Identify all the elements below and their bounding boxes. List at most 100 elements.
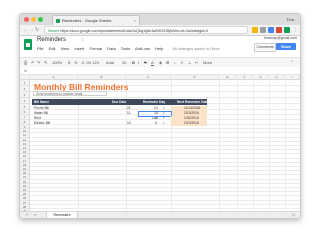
paint-format-icon[interactable]: ✎ [44,58,47,67]
grid-row-line [30,97,300,98]
browser-user-name[interactable]: Tina [286,14,294,25]
grid-row-line [30,208,300,209]
column-header[interactable]: E [219,75,237,80]
sheet-tabs-bar: + ≡ Reminders ◇ [20,211,300,218]
column-header[interactable]: B [78,75,126,80]
browser-tab-title: Reminders - Google Sheets [62,18,112,23]
redo-icon[interactable]: ↷ [37,58,40,67]
valign-icon[interactable]: ⊥ [188,58,191,67]
grid-row-line [30,153,300,155]
spreadsheet-grid[interactable]: A B C D E F G H I 1 2 3 4 5 6 7 8 9 10 11 12 13 14 15 1… [20,75,300,211]
column-header[interactable]: A [30,75,78,80]
grid-column-line [285,80,286,211]
column-header[interactable]: H [269,75,285,80]
menu-file[interactable]: File [37,46,43,51]
text-color-icon[interactable]: A [151,58,154,67]
currency-format-button[interactable]: $ [68,58,70,67]
secure-label: Secure [48,29,60,33]
browser-menu-icon[interactable]: ⋮ [293,26,298,34]
grid-row-line [30,174,300,176]
grid-column-line [253,80,254,211]
close-window-button[interactable] [24,17,29,22]
explore-icon[interactable]: ◇ [292,212,295,218]
share-button[interactable]: Share [276,43,296,50]
grid-row-line [30,157,300,159]
menu-edit[interactable]: Edit [49,46,56,51]
column-header[interactable]: I [285,75,300,80]
all-sheets-icon[interactable]: ≡ [34,212,36,218]
borders-icon[interactable]: ⊞ [166,58,169,67]
sheet-note-cell[interactable]: Send reminders to another email [33,91,107,96]
reminder-day-cell[interactable]: 5 [155,121,157,126]
user-email[interactable]: tinamay@gmail.com [264,36,297,40]
decimal-format-buttons[interactable]: .0 .00 123 [81,58,99,67]
bill-name-cell[interactable]: Electric Bill [34,121,50,126]
menu-bar: File Edit View Insert Format Data Tools … [37,46,224,51]
back-arrow-icon[interactable]: ← [23,26,28,34]
grid-row-line [30,136,300,138]
column-header[interactable]: D [171,75,219,80]
grid-row-line [30,178,300,180]
grid-row-line [30,140,300,142]
extension-icon[interactable] [260,27,266,33]
fill-color-icon[interactable]: ◈ [159,58,162,67]
reload-icon[interactable]: ↻ [35,26,39,34]
grid-column-line [237,80,238,211]
menu-format[interactable]: Format [89,46,102,51]
more-menu[interactable]: More [203,58,212,67]
menu-insert[interactable]: Insert [74,46,84,51]
due-date-cell[interactable]: 12 [127,121,131,126]
grid-row-line [30,161,300,163]
undo-icon[interactable]: ↶ [31,58,34,67]
star-icon[interactable]: ☆ [80,37,84,43]
close-tab-icon[interactable]: × [134,16,136,25]
percent-format-button[interactable]: % [74,58,78,67]
collapse-toolbar-icon[interactable]: ⌃ [290,58,293,67]
grid-row-line [30,187,300,188]
menu-tools[interactable]: Tools [121,46,130,51]
bold-icon[interactable]: B [132,58,135,67]
grid-row-line [30,199,300,201]
font-size-select[interactable]: 10 [122,58,126,67]
bill-row[interactable]: Electric Bill 12 5 ▾ 2/13/2016 [32,121,207,126]
extension-icon-3[interactable] [276,27,282,33]
print-icon[interactable]: ⎙ [24,58,27,67]
grid-row-line [30,170,300,172]
sheet-tab-reminders[interactable]: Reminders [46,212,78,218]
url-field[interactable]: Secure https://docs.google.com/spreadshe… [44,26,248,34]
document-title[interactable]: Reminders [37,37,66,43]
grid-row-line [30,149,300,151]
column-header[interactable]: G [253,75,269,80]
forward-arrow-icon[interactable]: → [29,26,34,34]
next-reminder-cell[interactable]: 2/13/2016 [184,121,199,126]
menu-help[interactable]: Help [155,46,163,51]
minimize-window-button[interactable] [31,17,36,22]
merge-cells-icon[interactable]: ⇔ [173,58,177,67]
zoom-select[interactable]: 100% [52,58,62,67]
sheets-logo-icon[interactable] [24,39,32,50]
font-select[interactable]: Arial [106,58,114,67]
comments-button[interactable]: Comments [254,43,276,52]
extension-icon-2[interactable] [268,27,274,33]
url-text: https://docs.google.com/spreadsheets/d/1… [60,29,209,33]
column-header[interactable]: C [126,75,171,80]
bookmark-star-icon[interactable] [252,27,258,33]
extension-icon-4[interactable] [284,27,290,33]
grid-column-line [219,80,220,211]
browser-window: Reminders - Google Sheets × Tina ← → ↻ S… [19,13,301,219]
add-sheet-icon[interactable]: + [26,212,28,218]
menu-view[interactable]: View [61,46,70,51]
wrap-icon[interactable]: ↵ [195,58,198,67]
formula-bar[interactable]: fx [20,67,300,75]
saved-status[interactable]: All changes saved in Drive [172,46,219,51]
grid-row-line [30,195,300,197]
italic-icon[interactable]: I [138,58,139,67]
strikethrough-icon[interactable]: S [144,58,147,67]
align-icon[interactable]: ≡ [181,58,183,67]
menu-data[interactable]: Data [107,46,115,51]
maximize-window-button[interactable] [38,17,43,22]
menu-addons[interactable]: Add-ons [135,46,150,51]
column-header[interactable]: F [237,75,253,80]
bill-table-header: Bill Name Due Date Reminder Day Next Rem… [32,99,208,105]
browser-tab[interactable]: Reminders - Google Sheets × [52,15,140,25]
